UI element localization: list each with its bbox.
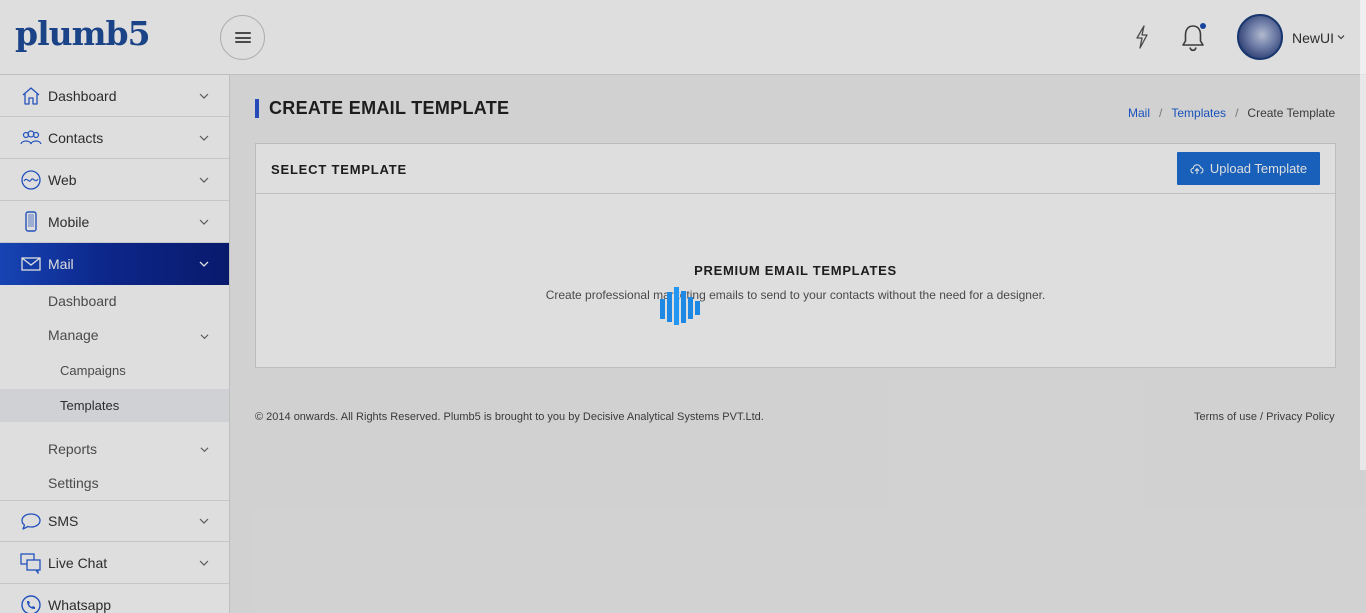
loading-spinner-icon [660,287,700,325]
scrollbar[interactable] [1360,0,1366,470]
